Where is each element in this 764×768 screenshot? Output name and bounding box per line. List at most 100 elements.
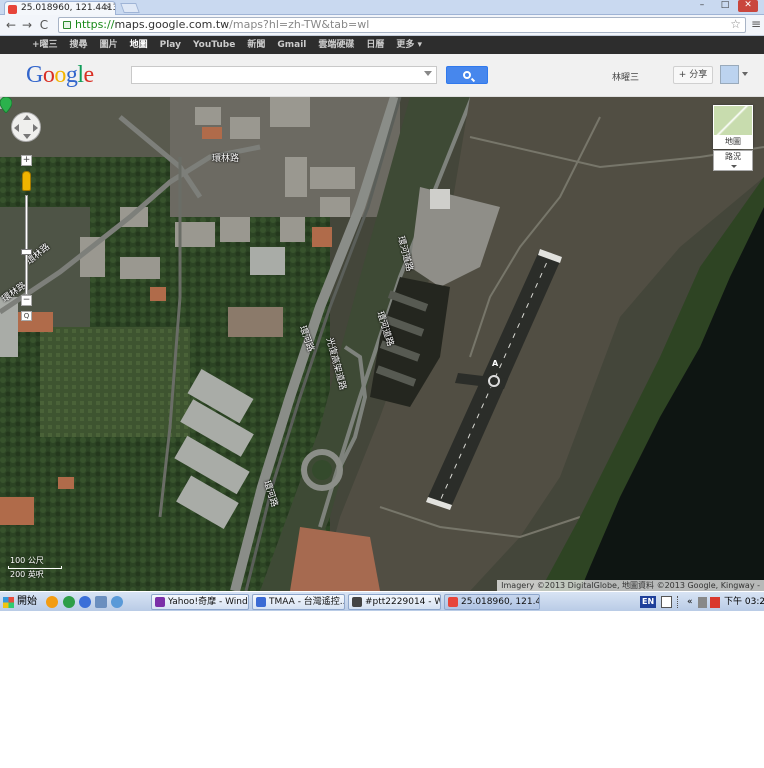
location-marker-icon[interactable] [0,97,12,113]
google-nav-bar: +曜三 搜尋 圖片 地圖 Play YouTube 新聞 Gmail 雲端硬碟 日曆 更多 ▾ [0,36,764,54]
taskbar-window-label: 25.018960, 121.441... [461,597,540,607]
map-canvas[interactable]: 環林路 環林路 環林路 環河道路 環河道路 環河路 光復高架道路 環河路 ▸ +… [0,97,764,591]
browser-tab-strip: 25.018960, 121.441363 × – □ ✕ [0,0,764,15]
scale-bar: 100 公尺 200 英呎 [4,555,74,579]
chrome-menu-icon[interactable]: ≡ [750,17,762,31]
tray-separator-icon [677,596,683,608]
google-nav-links: +曜三 搜尋 圖片 地圖 Play YouTube 新聞 Gmail 雲端硬碟 日曆 更多 ▾ [26,36,428,54]
pan-left-icon[interactable] [14,124,19,132]
lock-icon [63,21,71,29]
traffic-button[interactable]: 路況 [713,150,753,171]
marker-letter: A [492,359,499,368]
tray-expand-icon[interactable]: « [687,594,693,610]
firefox-icon[interactable] [46,596,58,608]
google-nav-link[interactable]: 圖片 [94,36,124,54]
pan-right-icon[interactable] [33,124,38,132]
reload-button[interactable]: C [37,17,51,33]
start-button[interactable]: 開始 [0,593,38,611]
zoom-slider-handle[interactable] [21,249,32,255]
pan-up-icon[interactable] [23,115,31,120]
traffic-label: 路況 [725,152,741,161]
taskbar-window-button[interactable]: Yahoo!奇摩 - Wind... [151,594,249,610]
google-nav-link[interactable]: 地圖 [124,36,154,54]
search-dropdown-icon[interactable] [424,71,432,76]
map-attribution: Imagery ©2013 DigitalGlobe, 地圖資料 ©2013 G… [497,580,764,591]
minimize-button[interactable]: – [692,0,712,12]
scale-imperial: 200 英呎 [10,570,44,579]
google-nav-link[interactable]: YouTube [187,36,241,54]
window-app-icon [448,597,458,607]
google-logo[interactable]: Google [26,62,94,88]
taskbar-window-button[interactable]: #ptt2229014 - Win... [348,594,441,610]
back-button[interactable]: ← [4,17,18,33]
search-icon [463,71,471,79]
system-tray: EN « 下午 03:23 [637,594,764,610]
help-icon[interactable] [661,596,672,608]
map-type-label: 地圖 [714,135,752,148]
google-nav-link[interactable]: 雲端硬碟 [312,36,360,54]
ie-icon[interactable] [79,596,91,608]
language-indicator[interactable]: EN [640,596,657,608]
user-name[interactable]: 林曜三 [612,70,639,83]
pan-down-icon[interactable] [23,134,31,139]
google-nav-link[interactable]: +曜三 [26,36,64,54]
forward-button[interactable]: → [20,17,34,33]
google-nav-link[interactable]: Play [154,36,187,54]
logo-letter: e [83,62,95,88]
address-bar[interactable]: https://maps.google.com.tw/maps?hl=zh-TW… [58,17,746,33]
taskbar-window-label: Yahoo!奇摩 - Wind... [168,597,249,607]
pegman-icon[interactable] [22,171,31,191]
map-type-button[interactable]: 地圖 [713,105,753,149]
logo-letter: g [65,62,78,88]
start-label: 開始 [17,596,37,607]
close-window-button[interactable]: ✕ [738,0,758,12]
browser-toolbar: ← → C https://maps.google.com.tw/maps?hl… [0,15,764,36]
google-nav-link[interactable]: 搜尋 [64,36,94,54]
pan-control[interactable] [11,112,41,142]
url-host: maps.google.com.tw [114,18,230,31]
taskbar-window-label: #ptt2229014 - Win... [365,597,440,607]
media-icon[interactable] [111,596,123,608]
alert-icon[interactable] [710,597,720,608]
window-app-icon [256,597,266,607]
windows-flag-icon [3,597,14,608]
clock[interactable]: 下午 03:23 [724,594,764,610]
bookmark-star-icon[interactable]: ☆ [730,18,741,31]
logo-letter: o [54,62,66,88]
satellite-imagery [0,97,764,591]
google-nav-link[interactable]: 更多 ▾ [390,36,428,54]
new-tab-button[interactable] [120,3,140,13]
zoom-in-button[interactable]: + [21,155,32,166]
desktop-icon[interactable] [95,596,107,608]
chrome-icon[interactable] [63,596,75,608]
maps-favicon-icon [8,5,17,14]
share-button[interactable]: + 分享 [673,66,713,84]
browser-tab-active[interactable]: 25.018960, 121.441363 × [4,1,116,15]
google-nav-link[interactable]: 日曆 [360,36,390,54]
url-path: /maps?hl=zh-TW&tab=wl [229,18,370,31]
zoom-level-icon[interactable]: Q [21,311,32,321]
avatar[interactable] [720,65,739,84]
screen: 25.018960, 121.441363 × – □ ✕ ← → C http… [0,0,764,768]
zoom-slider-track[interactable] [25,195,28,295]
logo-letter: G [26,62,43,88]
taskbar-window-button[interactable]: TMAA - 台灣遙控... [252,594,345,610]
windows-taskbar: 開始 Yahoo!奇摩 - Wind... TMAA - 台灣遙控... #ptt2… [0,591,764,611]
google-nav-link[interactable]: Gmail [271,36,312,54]
search-button[interactable] [446,66,488,84]
network-icon[interactable] [698,597,707,608]
maximize-button[interactable]: □ [715,0,735,12]
google-nav-link[interactable]: 新聞 [241,36,271,54]
blank-area [0,611,764,768]
tab-title: 25.018960, 121.441363 [21,3,115,13]
zoom-out-button[interactable]: − [21,295,32,306]
taskbar-window-button[interactable]: 25.018960, 121.441... [444,594,540,610]
account-caret-icon[interactable] [742,72,748,76]
location-ring-icon [488,375,500,387]
logo-letter: o [42,62,55,88]
window-controls: – □ ✕ [692,0,758,12]
window-app-icon [155,597,165,607]
tab-close-icon[interactable]: × [104,2,112,15]
search-input[interactable] [131,66,437,84]
maps-header: Google 林曜三 + 分享 [0,54,764,97]
